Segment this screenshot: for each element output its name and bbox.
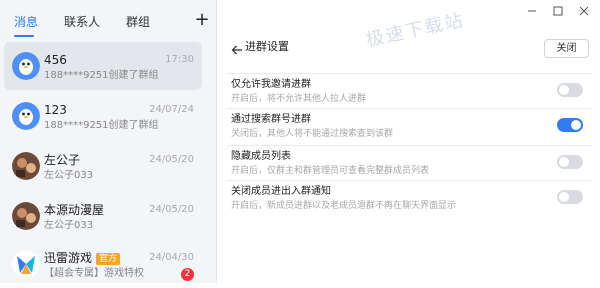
chat-time: 24/07/24 — [149, 104, 194, 115]
maximize-icon[interactable] — [550, 3, 566, 19]
chat-name: 123 — [44, 103, 67, 117]
chat-item-benyuan[interactable]: 本源动漫屋 左公子033 24/05/20 — [4, 192, 202, 240]
tab-messages[interactable]: 消息 — [14, 14, 38, 30]
sidebar: 消息 联系人 群组 + 456 188****9251创建了群组 17:30 1… — [0, 0, 217, 283]
toggle-knob — [559, 157, 569, 167]
setting-join-leave-notice: 关闭成员进出入群通知 开启后，新成员进群以及老成员退群不再在聊天界面显示 — [227, 180, 593, 214]
page-title: 进群设置 — [245, 40, 289, 53]
setting-title: 隐藏成员列表 — [231, 151, 291, 162]
chat-item-xunlei[interactable]: 迅雷游戏 官方 【超会专属】游戏特权 24/04/30 2 — [4, 240, 202, 288]
photo-avatar-icon — [12, 202, 40, 230]
setting-hide-members: 隐藏成员列表 开启后，仅群主和群管理员可查看完整群成员列表 — [227, 145, 593, 179]
tab-groups[interactable]: 群组 — [126, 14, 150, 30]
tab-contacts[interactable]: 联系人 — [64, 14, 100, 30]
close-button[interactable]: 关闭 — [544, 39, 589, 58]
xunlei-logo-icon — [12, 250, 40, 278]
invite-only-toggle[interactable] — [557, 83, 583, 97]
chat-preview: 188****9251创建了群组 — [44, 120, 159, 131]
toggle-knob — [571, 120, 581, 130]
chat-preview: 【超会专属】游戏特权 — [44, 268, 144, 279]
close-icon[interactable] — [576, 3, 592, 19]
chat-item-zuogongzi[interactable]: 左公子 左公子033 24/05/20 — [4, 142, 202, 190]
search-join-toggle[interactable] — [557, 118, 583, 132]
setting-description: 开启后，将不允许其他人拉人进群 — [231, 94, 367, 104]
setting-description: 关闭后，其他人将不能通过搜索查到该群 — [231, 129, 394, 139]
chat-item-123[interactable]: 123 188****9251创建了群组 24/07/24 — [4, 92, 202, 140]
settings-panel: 极速下载站 进群设置 关闭 仅允许我邀请进群 开启后，将不允许其他人拉人进群 通… — [217, 0, 600, 283]
chat-name: 迅雷游戏 官方 — [44, 251, 121, 266]
watermark: 极速下载站 — [364, 9, 467, 52]
official-badge: 官方 — [96, 253, 121, 265]
active-tab-indicator — [14, 35, 34, 37]
chat-name: 左公子 — [44, 153, 81, 167]
unread-count-badge: 2 — [181, 268, 194, 281]
chat-time: 24/04/30 — [149, 252, 194, 263]
chat-preview: 188****9251创建了群组 — [44, 70, 159, 81]
setting-search-join: 通过搜索群号进群 关闭后，其他人将不能通过搜索查到该群 — [227, 108, 593, 142]
setting-title: 通过搜索群号进群 — [231, 114, 311, 125]
qq-penguin-icon — [12, 102, 40, 130]
back-arrow-icon[interactable] — [231, 41, 243, 55]
chat-name: 456 — [44, 53, 67, 67]
chat-time: 17:30 — [165, 54, 194, 65]
join-leave-notice-toggle[interactable] — [557, 190, 583, 204]
chat-time: 24/05/20 — [149, 154, 194, 165]
toggle-knob — [559, 85, 569, 95]
chat-name-text: 迅雷游戏 — [44, 251, 93, 265]
setting-invite-only: 仅允许我邀请进群 开启后，将不允许其他人拉人进群 — [227, 73, 593, 107]
setting-title: 仅允许我邀请进群 — [231, 79, 311, 90]
toggle-knob — [559, 192, 569, 202]
chat-item-456[interactable]: 456 188****9251创建了群组 17:30 — [4, 42, 202, 90]
qq-penguin-icon — [12, 52, 40, 80]
setting-title: 关闭成员进出入群通知 — [231, 186, 331, 197]
photo-avatar-icon — [12, 152, 40, 180]
chat-preview: 左公子033 — [44, 170, 94, 181]
setting-description: 开启后，新成员进群以及老成员退群不再在聊天界面显示 — [231, 201, 457, 211]
hide-members-toggle[interactable] — [557, 155, 583, 169]
tab-bar: 消息 联系人 群组 + — [0, 0, 217, 40]
minimize-icon[interactable] — [524, 3, 540, 19]
chat-time: 24/05/20 — [149, 204, 194, 215]
chat-name: 本源动漫屋 — [44, 203, 105, 217]
setting-description: 开启后，仅群主和群管理员可查看完整群成员列表 — [231, 166, 430, 176]
add-button[interactable]: + — [194, 10, 210, 30]
chat-preview: 左公子033 — [44, 220, 94, 231]
